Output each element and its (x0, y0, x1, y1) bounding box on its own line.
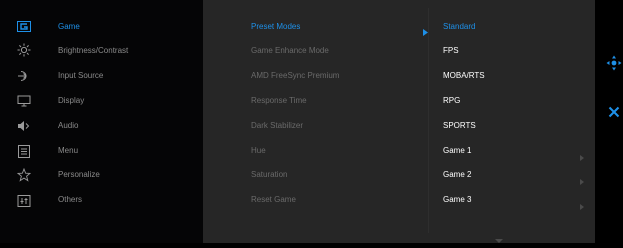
main-menu-item-label: Audio (58, 121, 79, 130)
panel-divider (428, 8, 429, 233)
joystick-move-icon[interactable] (606, 55, 622, 71)
main-menu-item-personalize[interactable]: Personalize (58, 167, 100, 183)
main-menu-item-game[interactable]: Game (58, 19, 80, 35)
main-menu-item-label: Personalize (58, 170, 100, 179)
main-menu-item-display[interactable]: Display (58, 93, 84, 109)
submenu-item-reset-game[interactable]: Reset Game (251, 192, 296, 208)
game-submenu-panel (203, 0, 428, 243)
preset-option-moba-rts[interactable]: MOBA/RTS (443, 68, 485, 84)
navigation-guide (595, 0, 623, 243)
star-icon (17, 168, 31, 182)
speaker-icon (17, 120, 31, 132)
preset-option-game-1[interactable]: Game 1 (443, 143, 471, 159)
preset-option-label: SPORTS (443, 121, 476, 130)
chevron-right-icon[interactable] (580, 172, 584, 190)
submenu-item-preset-modes[interactable]: Preset Modes (251, 19, 300, 35)
main-menu-item-label: Display (58, 96, 85, 105)
submenu-item-hue[interactable]: Hue (251, 143, 266, 159)
monitor-osd: Game Brightness/Contrast Input Source Di… (0, 0, 623, 243)
submenu-item-label: Dark Stabilizer (251, 121, 304, 130)
main-menu-item-input-source[interactable]: Input Source (58, 68, 103, 84)
input-source-icon (17, 70, 31, 82)
main-menu-item-label: Brightness/Contrast (58, 46, 129, 55)
chevron-right-icon[interactable] (580, 148, 584, 166)
preset-option-label: RPG (443, 96, 461, 105)
submenu-item-game-enhance-mode[interactable]: Game Enhance Mode (251, 43, 329, 59)
preset-option-standard[interactable]: Standard (443, 19, 475, 35)
submenu-item-label: Preset Modes (251, 22, 301, 31)
main-menu-item-others[interactable]: Others (58, 192, 82, 208)
menu-icon (17, 144, 31, 158)
scroll-down-icon[interactable] (495, 230, 503, 248)
sun-icon (17, 43, 31, 57)
submenu-item-dark-stabilizer[interactable]: Dark Stabilizer (251, 118, 303, 134)
preset-option-fps[interactable]: FPS (443, 43, 459, 59)
gamepad-icon (17, 20, 31, 32)
submenu-item-label: Saturation (251, 170, 288, 179)
main-menu-item-label: Menu (58, 146, 79, 155)
others-icon (17, 195, 31, 207)
preset-option-label: Game 1 (443, 146, 472, 155)
preset-option-game-2[interactable]: Game 2 (443, 167, 471, 183)
main-menu-item-label: Game (58, 22, 80, 31)
triangle-right-icon (423, 23, 428, 41)
main-menu-item-menu[interactable]: Menu (58, 143, 78, 159)
close-icon[interactable] (608, 106, 620, 118)
preset-option-label: Standard (443, 22, 476, 31)
submenu-item-response-time[interactable]: Response Time (251, 93, 307, 109)
preset-option-label: Game 3 (443, 195, 472, 204)
main-menu-item-audio[interactable]: Audio (58, 118, 78, 134)
preset-option-label: Game 2 (443, 170, 472, 179)
submenu-item-label: Reset Game (251, 195, 296, 204)
preset-option-label: MOBA/RTS (443, 71, 485, 80)
submenu-item-label: Game Enhance Mode (251, 46, 329, 55)
submenu-item-label: Hue (251, 146, 266, 155)
preset-option-game-3[interactable]: Game 3 (443, 192, 471, 208)
submenu-item-amd-freesync-premium[interactable]: AMD FreeSync Premium (251, 68, 339, 84)
main-menu-item-label: Others (58, 195, 83, 204)
chevron-right-icon[interactable] (580, 197, 584, 215)
monitor-icon (17, 95, 31, 107)
preset-option-label: FPS (443, 46, 459, 55)
main-menu-item-brightness-contrast[interactable]: Brightness/Contrast (58, 43, 128, 59)
preset-option-sports[interactable]: SPORTS (443, 118, 476, 134)
submenu-item-label: AMD FreeSync Premium (251, 71, 340, 80)
submenu-item-saturation[interactable]: Saturation (251, 167, 287, 183)
main-menu-item-label: Input Source (58, 71, 104, 80)
submenu-item-label: Response Time (251, 96, 307, 105)
preset-option-rpg[interactable]: RPG (443, 93, 460, 109)
